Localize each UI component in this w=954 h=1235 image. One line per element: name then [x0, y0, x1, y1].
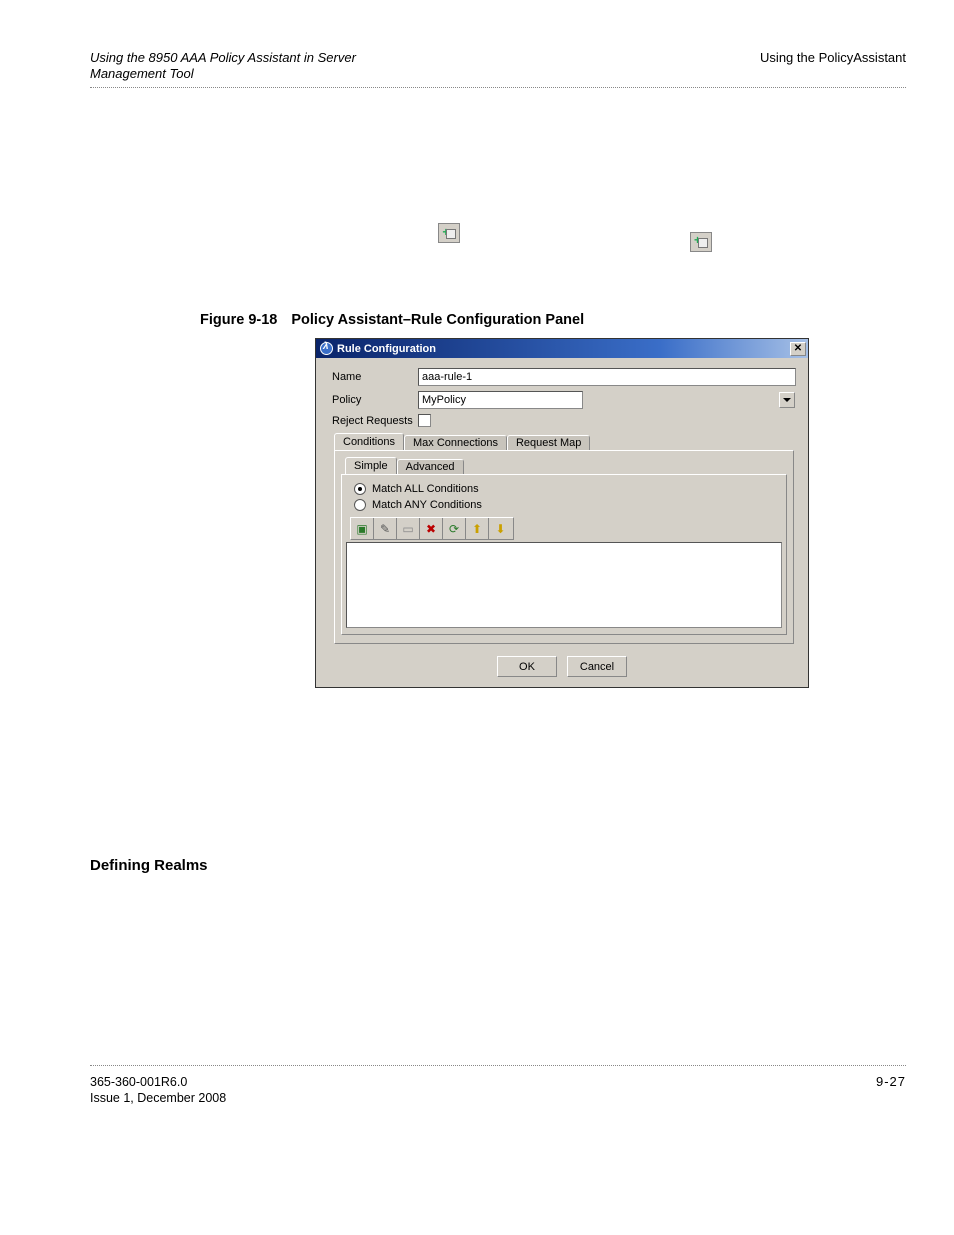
para-3: Keep the Policy Wizard open as it is now… [200, 704, 906, 738]
tab-advanced[interactable]: Advanced [397, 459, 464, 474]
name-label: Name [332, 371, 418, 383]
reject-checkbox[interactable] [418, 414, 431, 427]
refresh-icon[interactable]: ⟳ [443, 518, 466, 539]
dialog-titlebar: Rule Configuration ✕ [316, 339, 808, 358]
cancel-button[interactable]: Cancel [567, 656, 627, 677]
delete-icon[interactable]: ✖ [420, 518, 443, 539]
name-input[interactable] [418, 368, 796, 386]
tab-simple[interactable]: Simple [345, 457, 397, 474]
figure-title: Policy Assistant–Rule Configuration Pane… [291, 312, 584, 328]
radio-match-all[interactable] [354, 483, 366, 495]
figure-number: Figure 9-18 [200, 312, 277, 328]
insert-icon [438, 223, 460, 243]
down-icon[interactable]: ⬇ [489, 518, 512, 539]
page-number: 9-27 [876, 1074, 906, 1089]
footer-rule [90, 1065, 906, 1066]
tab-conditions[interactable]: Conditions [334, 433, 404, 450]
header-rule [90, 87, 906, 88]
tab-max-connections[interactable]: Max Connections [404, 435, 507, 450]
para-5: A realm is a part of the user name and i… [200, 884, 906, 935]
policy-combo-input[interactable] [418, 391, 583, 409]
radio-match-any[interactable] [354, 499, 366, 511]
app-icon [320, 342, 333, 355]
header-left: Using the 8950 AAA Policy Assistant in S… [90, 50, 356, 83]
para-4: When the number of rules reaches 2, the … [200, 748, 906, 799]
chevron-down-icon[interactable] [779, 392, 795, 408]
ok-button[interactable]: OK [497, 656, 557, 677]
radio-match-all-label: Match ALL Conditions [372, 483, 479, 495]
defining-realms-heading: Defining Realms [90, 857, 906, 874]
radio-match-any-label: Match ANY Conditions [372, 499, 482, 511]
para-6: In this section, we will create a rule t… [200, 944, 906, 995]
header-right: Using the PolicyAssistant [760, 50, 906, 65]
add-icon[interactable]: ▣ [351, 518, 374, 539]
dialog-title: Rule Configuration [337, 343, 436, 355]
para-1: This completes the rule configuration fo… [200, 178, 906, 212]
tab-request-map[interactable]: Request Map [507, 435, 590, 450]
close-icon[interactable]: ✕ [790, 342, 806, 356]
remove-icon[interactable]: ▭ [397, 518, 420, 539]
rule-config-dialog: Rule Configuration ✕ Name Policy Reject … [315, 338, 809, 688]
up-icon[interactable]: ⬆ [466, 518, 489, 539]
conditions-toolbar: ▣ ✎ ▭ ✖ ⟳ ⬆ ⬇ [350, 517, 514, 540]
insert-icon-visible [690, 232, 712, 252]
conditions-list[interactable] [346, 542, 782, 628]
edit-icon[interactable]: ✎ [374, 518, 397, 539]
policy-label: Policy [332, 394, 418, 406]
reject-label: Reject Requests [332, 415, 418, 427]
footer-left: 365-360-001R6.0 Issue 1, December 2008 [90, 1074, 226, 1107]
para-2: In the Rules section, click the Insert b… [200, 223, 906, 260]
